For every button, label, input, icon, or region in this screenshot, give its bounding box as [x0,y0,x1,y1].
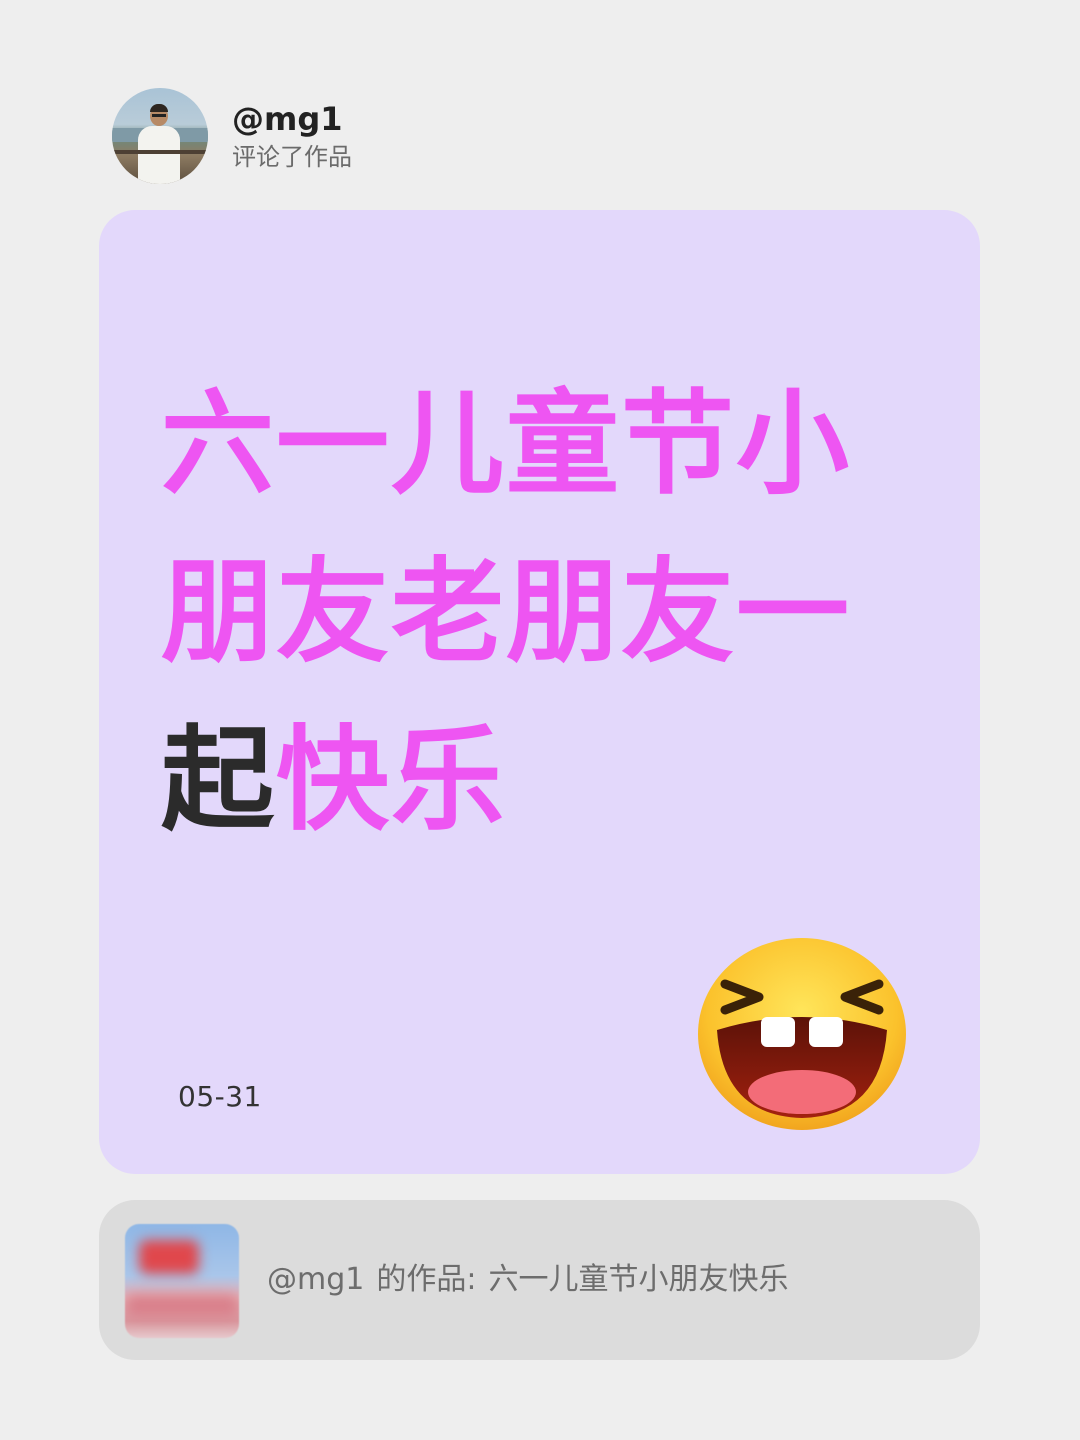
comment-action-label: 评论了作品 [232,143,352,171]
work-thumbnail[interactable] [125,1224,239,1338]
avatar-rail [112,150,208,154]
headline-text-pink-end: 快乐 [276,714,506,846]
comment-date: 05-31 [178,1080,262,1113]
thumbnail-flag-shape [139,1240,199,1274]
comment-share-card: @mg1 评论了作品 六一儿童节小朋友老朋友一起快乐 05-31 @mg1 的作… [0,0,1080,1440]
headline-text-pink: 六一儿童节小朋友老朋友一 [161,378,851,678]
comment-headline: 六一儿童节小朋友老朋友一起快乐 [161,360,901,864]
work-title: 六一儿童节小朋友快乐 [488,1262,789,1297]
work-reference-text[interactable]: @mg1 的作品: 六一儿童节小朋友快乐 [267,1260,788,1300]
header-text: @mg1 评论了作品 [232,99,352,173]
emoji-tongue [748,1070,856,1114]
comment-header: @mg1 评论了作品 [112,88,352,184]
avatar-person-glasses [152,114,166,117]
headline-text-dark: 起 [161,714,276,846]
avatar-person-hair [150,104,168,112]
avatar-person-body [138,126,180,184]
comment-card: 六一儿童节小朋友老朋友一起快乐 05-31 [99,210,980,1174]
work-author: @mg1 [267,1262,365,1297]
thumbnail-row-shape [125,1294,239,1318]
avatar[interactable] [112,88,208,184]
emoji-tooth-right [809,1017,843,1047]
referenced-work[interactable]: @mg1 的作品: 六一儿童节小朋友快乐 [99,1200,980,1360]
laughing-face-emoji-icon [698,938,906,1130]
work-label: 的作品: [376,1262,477,1297]
username[interactable]: @mg1 [232,99,352,139]
emoji-tooth-left [761,1017,795,1047]
